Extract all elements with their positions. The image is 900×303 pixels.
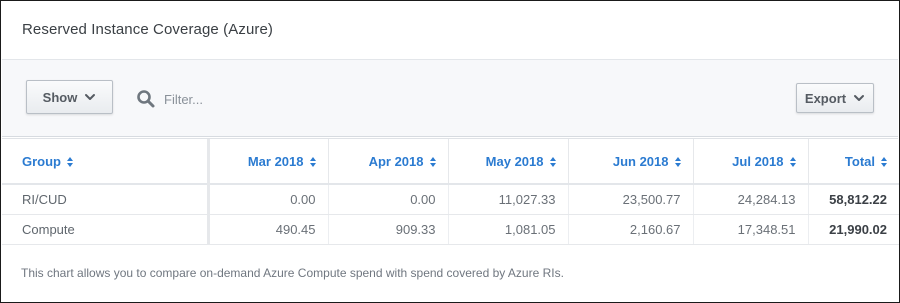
column-header-jul-2018[interactable]: Jul 2018 — [693, 139, 809, 185]
column-header-group[interactable]: Group — [2, 139, 210, 185]
value-cell: 17,348.51 — [693, 214, 809, 245]
sort-icon — [67, 157, 73, 168]
column-header-label: Apr 2018 — [368, 153, 424, 169]
table-row: RI/CUD 0.00 0.00 11,027.33 23,500.77 24,… — [2, 184, 899, 215]
column-header-apr-2018[interactable]: Apr 2018 — [328, 139, 449, 185]
group-cell: Compute — [2, 214, 210, 245]
show-button-label: Show — [42, 89, 78, 105]
column-header-label: May 2018 — [485, 153, 544, 169]
column-header-label: Jun 2018 — [612, 153, 669, 169]
export-button[interactable]: Export — [796, 83, 874, 113]
column-header-label: Group — [22, 153, 61, 169]
column-header-label: Jul 2018 — [732, 153, 784, 169]
sort-icon — [549, 157, 556, 168]
value-cell: 1,081.05 — [448, 214, 569, 245]
value-cell: 0.00 — [328, 184, 449, 215]
column-header-mar-2018[interactable]: Mar 2018 — [208, 139, 329, 185]
chevron-down-icon — [85, 94, 96, 100]
total-cell: 58,812.22 — [808, 184, 899, 215]
sort-icon — [789, 157, 796, 168]
panel: Reserved Instance Coverage (Azure) Show … — [0, 0, 900, 303]
column-header-jun-2018[interactable]: Jun 2018 — [568, 139, 694, 185]
panel-title: Reserved Instance Coverage (Azure) — [22, 21, 274, 38]
total-cell: 21,990.02 — [808, 214, 899, 245]
panel-header: Reserved Instance Coverage (Azure) — [2, 2, 898, 60]
search-icon — [137, 90, 155, 108]
value-cell: 0.00 — [208, 184, 329, 215]
coverage-table: Group Mar 2018 Apr 2018 May 2018 Jun 201… — [2, 139, 899, 245]
coverage-table-container: Group Mar 2018 Apr 2018 May 2018 Jun 201… — [2, 138, 899, 245]
value-cell: 2,160.67 — [568, 214, 694, 245]
show-button[interactable]: Show — [26, 80, 113, 114]
toolbar: Show Export — [2, 60, 898, 137]
sort-icon — [309, 157, 316, 168]
sort-icon — [674, 157, 681, 168]
table-header-row: Group Mar 2018 Apr 2018 May 2018 Jun 201… — [2, 139, 899, 185]
value-cell: 23,500.77 — [568, 184, 694, 215]
sort-icon — [429, 157, 436, 168]
filter-input[interactable] — [162, 86, 566, 112]
footnote: This chart allows you to compare on-dema… — [21, 266, 564, 280]
table-row: Compute 490.45 909.33 1,081.05 2,160.67 … — [2, 214, 899, 245]
value-cell: 490.45 — [208, 214, 329, 245]
column-header-label: Mar 2018 — [247, 153, 304, 169]
sort-icon — [881, 157, 887, 168]
column-header-may-2018[interactable]: May 2018 — [448, 139, 569, 185]
column-header-label: Total — [844, 153, 875, 169]
group-cell: RI/CUD — [2, 184, 210, 215]
value-cell: 24,284.13 — [693, 184, 809, 215]
value-cell: 11,027.33 — [448, 184, 569, 215]
column-header-total[interactable]: Total — [808, 139, 899, 185]
export-button-label: Export — [804, 90, 847, 106]
value-cell: 909.33 — [328, 214, 449, 245]
chevron-down-icon — [854, 95, 865, 101]
